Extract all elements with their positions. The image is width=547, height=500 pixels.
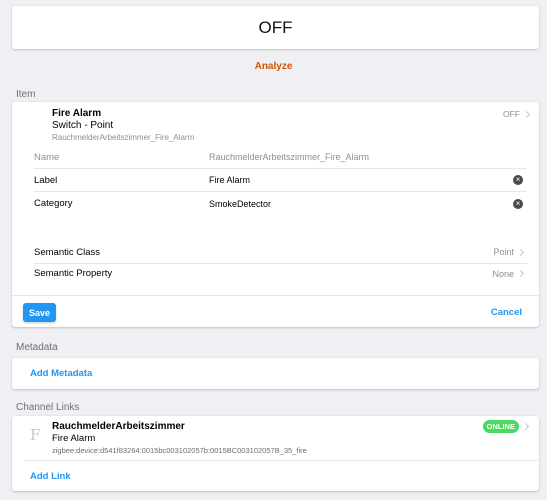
cancel-button[interactable]: Cancel	[491, 307, 522, 318]
chevron-right-icon[interactable]	[521, 422, 530, 431]
semantic-class-value: Point	[493, 247, 514, 257]
item-type: Switch - Point	[52, 120, 114, 131]
chevron-right-icon	[516, 269, 525, 278]
item-card: Fire Alarm Switch - Point RauchmelderArb…	[12, 102, 539, 327]
semantic-property-select[interactable]: None	[492, 268, 525, 279]
item-name: RauchmelderArbeitszimmer_Fire_Alarm	[52, 133, 195, 142]
semantic-property-value: None	[492, 268, 514, 279]
analyze-link[interactable]: Analyze	[0, 61, 547, 72]
channel-uid: zigbee:device:d541f83264:0015bc003102057…	[52, 446, 307, 455]
thing-label: RauchmelderArbeitszimmer	[52, 421, 185, 432]
add-link-button[interactable]: Add Link	[30, 471, 71, 482]
name-label: Name	[34, 151, 60, 163]
semantic-class-row[interactable]: Semantic Class Point	[34, 241, 527, 264]
name-row: Name RauchmelderArbeitszimmer_Fire_Alarm	[34, 146, 527, 169]
item-label: Fire Alarm	[52, 108, 102, 119]
semantic-property-row[interactable]: Semantic Property None	[34, 262, 527, 285]
channel-label: Fire Alarm	[52, 433, 96, 444]
save-button[interactable]: Save	[23, 303, 56, 322]
channel-link-item[interactable]: RauchmelderArbeitszimmer Fire Alarm zigb…	[52, 421, 307, 457]
item-state[interactable]: OFF	[503, 109, 531, 119]
semantic-property-label: Semantic Property	[34, 268, 113, 279]
state-value: OFF	[258, 17, 293, 37]
state-card[interactable]: OFF	[12, 6, 539, 49]
clear-label-icon[interactable]: ×	[513, 175, 523, 185]
name-value: RauchmelderArbeitszimmer_Fire_Alarm	[209, 152, 370, 162]
metadata-card: Add Metadata	[12, 358, 539, 389]
section-title-metadata: Metadata	[16, 342, 58, 353]
chevron-right-icon	[516, 248, 525, 256]
semantic-class-select[interactable]: Point	[493, 247, 525, 257]
status-badge: ONLINE	[482, 420, 519, 433]
divider	[24, 460, 539, 461]
item-header[interactable]: Fire Alarm Switch - Point RauchmelderArb…	[52, 108, 194, 144]
category-label: Category	[34, 198, 73, 209]
clear-category-icon[interactable]: ×	[513, 198, 523, 209]
label-row[interactable]: Label Fire Alarm ×	[34, 169, 527, 192]
category-row[interactable]: Category SmokeDetector ×	[34, 192, 527, 215]
divider	[12, 295, 539, 296]
section-title-item: Item	[16, 89, 36, 100]
channel-links-card: F RauchmelderArbeitszimmer Fire Alarm zi…	[12, 416, 539, 491]
chevron-right-icon	[522, 110, 531, 118]
label-input[interactable]: Fire Alarm	[209, 175, 513, 185]
channel-icon: F	[30, 426, 41, 444]
semantic-class-label: Semantic Class	[34, 246, 100, 258]
add-metadata-link[interactable]: Add Metadata	[30, 368, 92, 379]
item-state-value: OFF	[503, 109, 520, 119]
section-title-channel-links: Channel Links	[16, 402, 80, 413]
label-label: Label	[34, 174, 58, 186]
category-input[interactable]: SmokeDetector	[209, 199, 513, 209]
